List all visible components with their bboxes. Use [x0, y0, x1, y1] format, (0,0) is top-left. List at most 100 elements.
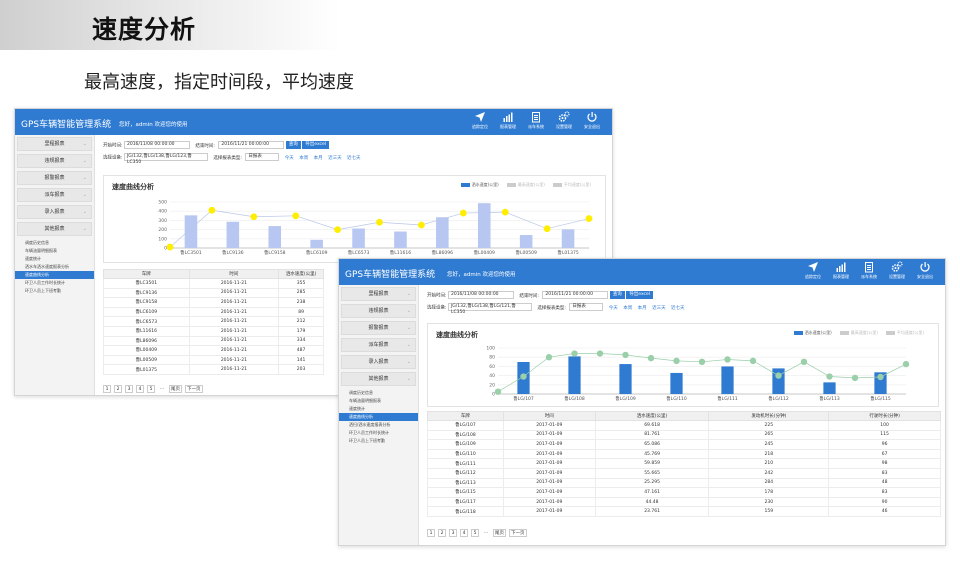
quick-month[interactable]: 本月: [314, 156, 323, 161]
nav-tracking[interactable]: 追踪定位: [466, 111, 494, 130]
table-row[interactable]: 鲁LG/108 2017-01-09 81.761 265 115: [427, 429, 941, 441]
table-row[interactable]: 鲁LC6109 2016-11-21 89: [103, 306, 324, 318]
pagination-button[interactable]: 4: [136, 385, 144, 393]
sidebar-subitem[interactable]: 速度统计: [15, 255, 94, 263]
table-row[interactable]: 鲁LG/112 2017-01-09 55.665 242 83: [427, 467, 941, 479]
pagination-button[interactable]: 2: [438, 529, 446, 537]
sidebar-subitem[interactable]: 环卫人员工作时长统计: [15, 279, 94, 287]
sidebar-subitem[interactable]: 速度曲线分析: [339, 413, 418, 421]
quick-month[interactable]: 本月: [638, 306, 647, 311]
nav-dispatch[interactable]: 派车系统: [522, 111, 550, 130]
sidebar-subitem[interactable]: 环卫人员工作时长统计: [339, 429, 418, 437]
table-row[interactable]: 鲁L00509 2016-11-21 141: [103, 354, 324, 366]
pagination-button[interactable]: 3: [449, 529, 457, 537]
start-time-input[interactable]: 2016/11/08 00:00:00: [123, 141, 190, 149]
table-row[interactable]: 鲁LG/115 2017-01-09 47.161 178 83: [427, 487, 941, 498]
table-header-cell: 发动机时长(分钟): [708, 411, 830, 421]
pagination-button[interactable]: 1: [103, 385, 111, 393]
table-row[interactable]: 鲁L11616 2016-11-21 179: [103, 325, 324, 337]
sidebar-subitem[interactable]: 环卫人员上下班考勤: [15, 287, 94, 295]
nav-dispatch[interactable]: 派车系统: [855, 261, 883, 280]
sidebar-menu-item[interactable]: 里程报表 ⌄: [341, 287, 416, 301]
table-row[interactable]: 鲁LG/107 2017-01-09 69.618 225 100: [427, 420, 941, 431]
export-excel-button[interactable]: 导出excel: [302, 141, 330, 149]
sidebar-subitem[interactable]: 速度统计: [339, 405, 418, 413]
export-excel-button[interactable]: 导出excel: [626, 291, 654, 299]
sidebar-subitem[interactable]: 环卫人员上下班考勤: [339, 437, 418, 445]
nav-logout[interactable]: 安全退出: [911, 261, 939, 280]
quick-today[interactable]: 今天: [609, 306, 618, 311]
table-row[interactable]: 鲁LG/111 2017-01-09 59.859 210 98: [427, 458, 941, 469]
location-arrow-icon: [475, 112, 485, 122]
quick-week[interactable]: 本周: [623, 306, 632, 311]
pagination-button[interactable]: 尾页: [493, 529, 506, 537]
sidebar-menu-item[interactable]: 报警报表 ⌄: [17, 171, 92, 185]
sidebar-menu-item[interactable]: 其他报表 ⌄: [341, 372, 416, 386]
start-time-input[interactable]: 2016/11/08 00:00:00: [447, 291, 514, 299]
sidebar-menu-item[interactable]: 其他报表 ⌄: [17, 222, 92, 236]
nav-reports[interactable]: 报表管理: [827, 261, 855, 280]
table-row[interactable]: 鲁L01375 2016-11-21 203: [103, 364, 324, 375]
sidebar-menu-item[interactable]: 派车报表 ⌄: [341, 338, 416, 352]
sidebar-menu-item[interactable]: 录入报表 ⌄: [17, 205, 92, 219]
pagination-button[interactable]: 尾页: [169, 385, 182, 393]
device-input[interactable]: JG/132,鲁LG/138,鲁LG/123,鲁LC350: [123, 153, 208, 165]
quick-3days[interactable]: 近三天: [652, 306, 666, 311]
nav-reports[interactable]: 报表管理: [494, 111, 522, 130]
table-cell: 81.761: [594, 429, 710, 441]
end-time-input[interactable]: 2016/11/21 00:00:00: [218, 141, 285, 149]
nav-settings[interactable]: 设置管理: [883, 261, 911, 280]
table-row[interactable]: 鲁LC3501 2016-11-21 355: [103, 278, 324, 289]
sidebar-menu-item[interactable]: 里程报表 ⌄: [17, 137, 92, 151]
table-row[interactable]: 鲁LG/118 2017-01-09 23.761 159 46: [427, 506, 941, 517]
sidebar-subitem[interactable]: 洒扫/洒水速度报表分析: [339, 421, 418, 429]
quick-7days[interactable]: 近七天: [347, 156, 361, 161]
device-input[interactable]: JG/132,鲁LG/138,鲁LG/121,鲁LC350: [447, 303, 532, 315]
table-row[interactable]: 鲁LG/109 2017-01-09 65.086 245 96: [427, 439, 941, 450]
pagination-button[interactable]: 2: [114, 385, 122, 393]
query-button[interactable]: 查询: [285, 141, 301, 149]
sidebar-subitem[interactable]: 调度历史信息: [15, 239, 94, 247]
table-cell: 鲁LG/110: [427, 448, 504, 460]
end-time-input[interactable]: 2016/11/21 00:00:00: [542, 291, 609, 299]
quick-today[interactable]: 今天: [285, 156, 294, 161]
pagination-button[interactable]: 4: [460, 529, 468, 537]
table-row[interactable]: 鲁LC6573 2016-11-21 212: [103, 316, 324, 327]
pagination-button[interactable]: 下一页: [509, 529, 527, 537]
table-row[interactable]: 鲁LG/117 2017-01-09 44.48 230 90: [427, 496, 941, 508]
x-tick-label: 鲁L86096: [432, 249, 453, 256]
quick-3days[interactable]: 近三天: [328, 156, 342, 161]
sidebar-menu-item[interactable]: 派车报表 ⌄: [17, 188, 92, 202]
chart-point: [334, 226, 341, 233]
quick-7days[interactable]: 近七天: [671, 306, 685, 311]
sidebar-subitem[interactable]: 调度历史信息: [339, 389, 418, 397]
report-type-select[interactable]: 日报表: [245, 153, 280, 161]
pagination-button[interactable]: 5: [147, 385, 155, 393]
pagination-button[interactable]: 1: [427, 529, 435, 537]
table-row[interactable]: 鲁LG/110 2017-01-09 45.769 218 67: [427, 448, 941, 460]
sidebar-menu-item[interactable]: 违规报表 ⌄: [17, 154, 92, 168]
report-type-select[interactable]: 日报表: [569, 303, 604, 311]
sidebar-menu-item[interactable]: 报警报表 ⌄: [341, 321, 416, 335]
quick-week[interactable]: 本周: [299, 156, 308, 161]
sidebar-subitem[interactable]: 洒水车洒水速度报表分析: [15, 263, 94, 271]
query-button[interactable]: 查询: [609, 291, 625, 299]
chart-point: [647, 354, 655, 362]
sidebar-subitem[interactable]: 速度曲线分析: [15, 271, 94, 279]
table-row[interactable]: 鲁LC9158 2016-11-21 238: [103, 297, 324, 308]
pagination-button[interactable]: 5: [471, 529, 479, 537]
pagination-button[interactable]: 3: [125, 385, 133, 393]
table-row[interactable]: 鲁L86096 2016-11-21 334: [103, 335, 324, 347]
sidebar-subitem[interactable]: 车辆油量明细报表: [15, 247, 94, 255]
table-row[interactable]: 鲁LC9136 2016-11-21 285: [103, 287, 324, 299]
table-row[interactable]: 鲁LG/113 2017-01-09 25.295 284 48: [427, 477, 941, 489]
sidebar-subitem[interactable]: 车辆油量明细报表: [339, 397, 418, 405]
nav-tracking[interactable]: 追踪定位: [799, 261, 827, 280]
nav-logout[interactable]: 安全退出: [578, 111, 606, 130]
table-row[interactable]: 鲁L00409 2016-11-21 487: [103, 345, 324, 356]
nav-settings[interactable]: 设置管理: [550, 111, 578, 130]
pagination-button[interactable]: 下一页: [185, 385, 203, 393]
table-cell: 鲁LC3501: [103, 278, 190, 289]
sidebar-menu-item[interactable]: 录入报表 ⌄: [341, 355, 416, 369]
sidebar-menu-item[interactable]: 违规报表 ⌄: [341, 304, 416, 318]
